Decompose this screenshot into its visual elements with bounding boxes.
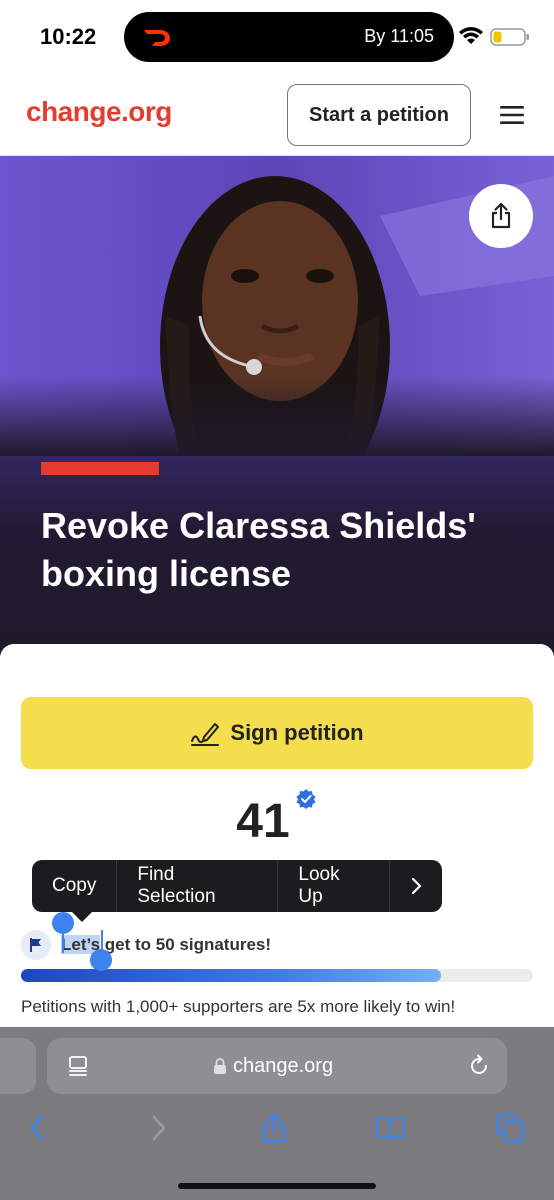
address-bar[interactable]: change.org bbox=[47, 1038, 507, 1094]
status-time: 10:22 bbox=[40, 24, 97, 49]
menu-copy[interactable]: Copy bbox=[32, 860, 118, 912]
doordash-icon bbox=[144, 30, 170, 46]
petition-title: Revoke Claressa Shields' boxing license bbox=[41, 505, 476, 594]
browser-toolbar: change.org bbox=[0, 1027, 554, 1200]
petition-content: Sign petition 41 Let’s get to 50 signatu… bbox=[0, 644, 554, 1044]
menu-more-button[interactable] bbox=[390, 860, 442, 912]
verified-badge-icon bbox=[296, 789, 316, 809]
pen-signature-icon bbox=[191, 723, 220, 746]
tabs-icon[interactable] bbox=[495, 1113, 525, 1143]
share-icon[interactable] bbox=[259, 1113, 289, 1143]
title-accent-bar bbox=[41, 462, 159, 475]
supporters-hint: Petitions with 1,000+ supporters are 5x … bbox=[21, 997, 456, 1016]
text-selection-menu: Copy Find Selection Look Up bbox=[32, 860, 442, 912]
previous-tab-preview[interactable] bbox=[0, 1038, 36, 1094]
petition-hero: Revoke Claressa Shields' boxing license bbox=[0, 156, 554, 656]
selection-start-handle[interactable] bbox=[52, 912, 74, 934]
sign-petition-button[interactable]: Sign petition bbox=[21, 697, 533, 769]
reload-icon[interactable] bbox=[467, 1054, 491, 1078]
share-icon bbox=[491, 202, 511, 229]
flag-icon bbox=[21, 930, 51, 960]
menu-pointer bbox=[72, 912, 92, 922]
status-bar: 10:22 By 11:05 bbox=[0, 0, 554, 72]
brand-logo[interactable]: change.org bbox=[26, 96, 172, 128]
dynamic-island[interactable]: By 11:05 bbox=[124, 12, 454, 62]
site-header: change.org Start a petition bbox=[0, 72, 554, 156]
progress-fill bbox=[21, 969, 441, 982]
sign-petition-label: Sign petition bbox=[230, 720, 364, 745]
signature-progress-bar bbox=[21, 969, 533, 982]
forward-icon[interactable] bbox=[143, 1113, 173, 1143]
bookmarks-icon[interactable] bbox=[375, 1113, 405, 1143]
lock-icon bbox=[214, 1058, 226, 1074]
signature-count: 41 bbox=[236, 795, 290, 848]
home-indicator bbox=[178, 1183, 376, 1189]
back-icon[interactable] bbox=[23, 1113, 53, 1143]
menu-look-up[interactable]: Look Up bbox=[278, 860, 390, 912]
start-petition-button[interactable]: Start a petition bbox=[287, 84, 471, 146]
petition-photo bbox=[0, 156, 554, 456]
battery-icon bbox=[490, 28, 529, 46]
chevron-right-icon bbox=[411, 877, 422, 895]
hamburger-menu-icon[interactable] bbox=[498, 104, 528, 126]
goal-text-rest: get to 50 signatures! bbox=[100, 935, 272, 954]
share-button[interactable] bbox=[469, 184, 533, 248]
url-text: change.org bbox=[233, 1055, 334, 1077]
wifi-icon bbox=[459, 27, 483, 44]
menu-find-selection[interactable]: Find Selection bbox=[117, 860, 279, 912]
selection-end-handle[interactable] bbox=[90, 949, 112, 971]
page-menu-icon[interactable] bbox=[67, 1055, 89, 1077]
live-activity-text: By 11:05 bbox=[364, 26, 434, 46]
signature-goal: Let’s get to 50 signatures! bbox=[21, 930, 271, 960]
